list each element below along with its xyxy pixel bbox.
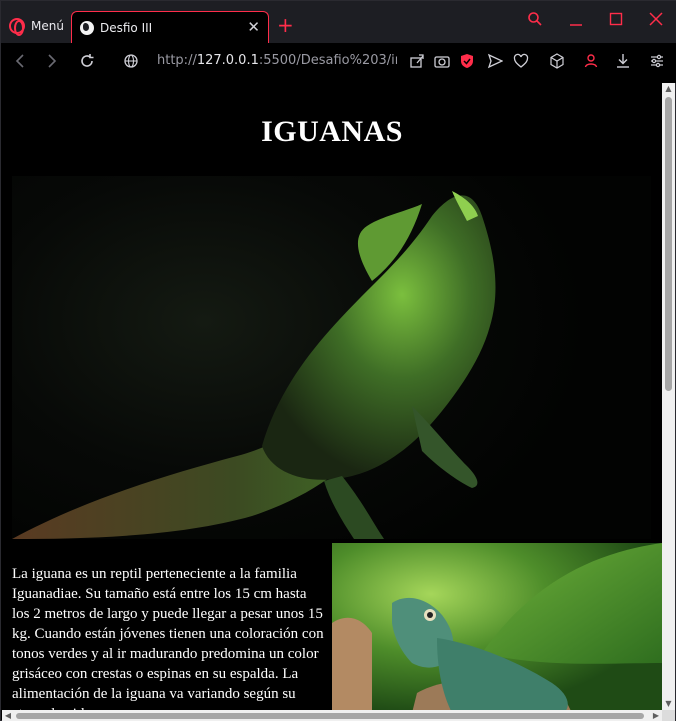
hero-iguana-image [12,176,651,539]
browser-window: Menú Desfio III ✕ + http://127.0.0.1:550… [0,0,676,721]
vertical-scrollbar[interactable]: ▲ ▼ [662,83,675,710]
easy-setup-icon[interactable] [649,51,665,77]
horizontal-scroll-thumb[interactable] [16,713,644,719]
scroll-up-arrow-icon[interactable]: ▲ [662,83,675,95]
scrollbar-corner [662,710,675,721]
new-tab-button[interactable]: + [277,15,294,35]
send-icon[interactable] [487,51,504,77]
scroll-left-arrow-icon[interactable]: ◀ [2,710,14,721]
share-icon[interactable] [409,51,425,77]
site-info-globe-icon[interactable] [123,51,139,77]
url-rest: :5500/Desafio%203/index.h [258,53,397,68]
forward-arrow-icon[interactable] [45,51,59,77]
tab-strip: Menú Desfio III ✕ + [1,1,676,43]
account-icon[interactable] [583,51,599,77]
search-tabs-icon[interactable] [527,11,543,32]
tab-close-icon[interactable]: ✕ [247,20,260,35]
opera-logo-icon [9,18,25,36]
tab-active[interactable]: Desfio III ✕ [71,11,269,43]
iguana-description-paragraph: La iguana es un reptil perteneciente a l… [12,566,324,710]
maximize-button[interactable] [609,11,623,32]
url-host: 127.0.0.1 [196,53,259,68]
horizontal-scrollbar[interactable]: ◀ ▶ [2,710,662,721]
tab-title: Desfio III [100,20,153,35]
menu-label: Menú [31,19,64,33]
page-viewport: IGUANAS La iguana es un reptil perteneci… [2,83,662,710]
download-icon[interactable] [615,51,631,77]
minimize-button[interactable] [569,11,583,32]
reload-icon[interactable] [79,51,95,77]
scroll-right-arrow-icon[interactable]: ▶ [650,710,662,721]
back-arrow-icon[interactable] [13,51,27,77]
globe-icon [80,20,94,35]
green-iguana-image [332,543,662,710]
adblock-shield-icon[interactable] [459,51,475,77]
scroll-down-arrow-icon[interactable]: ▼ [662,698,675,710]
url-prefix: http:// [157,53,197,68]
heart-icon[interactable] [513,51,529,77]
camera-icon[interactable] [433,51,451,77]
page-title: IGUANAS [261,115,403,148]
address-bar-input[interactable]: http://127.0.0.1:5500/Desafio%203/index.… [157,53,397,68]
opera-menu-button[interactable]: Menú [5,11,69,41]
close-window-button[interactable] [649,11,663,32]
cube-icon[interactable] [549,51,565,77]
vertical-scroll-thumb[interactable] [665,97,672,391]
